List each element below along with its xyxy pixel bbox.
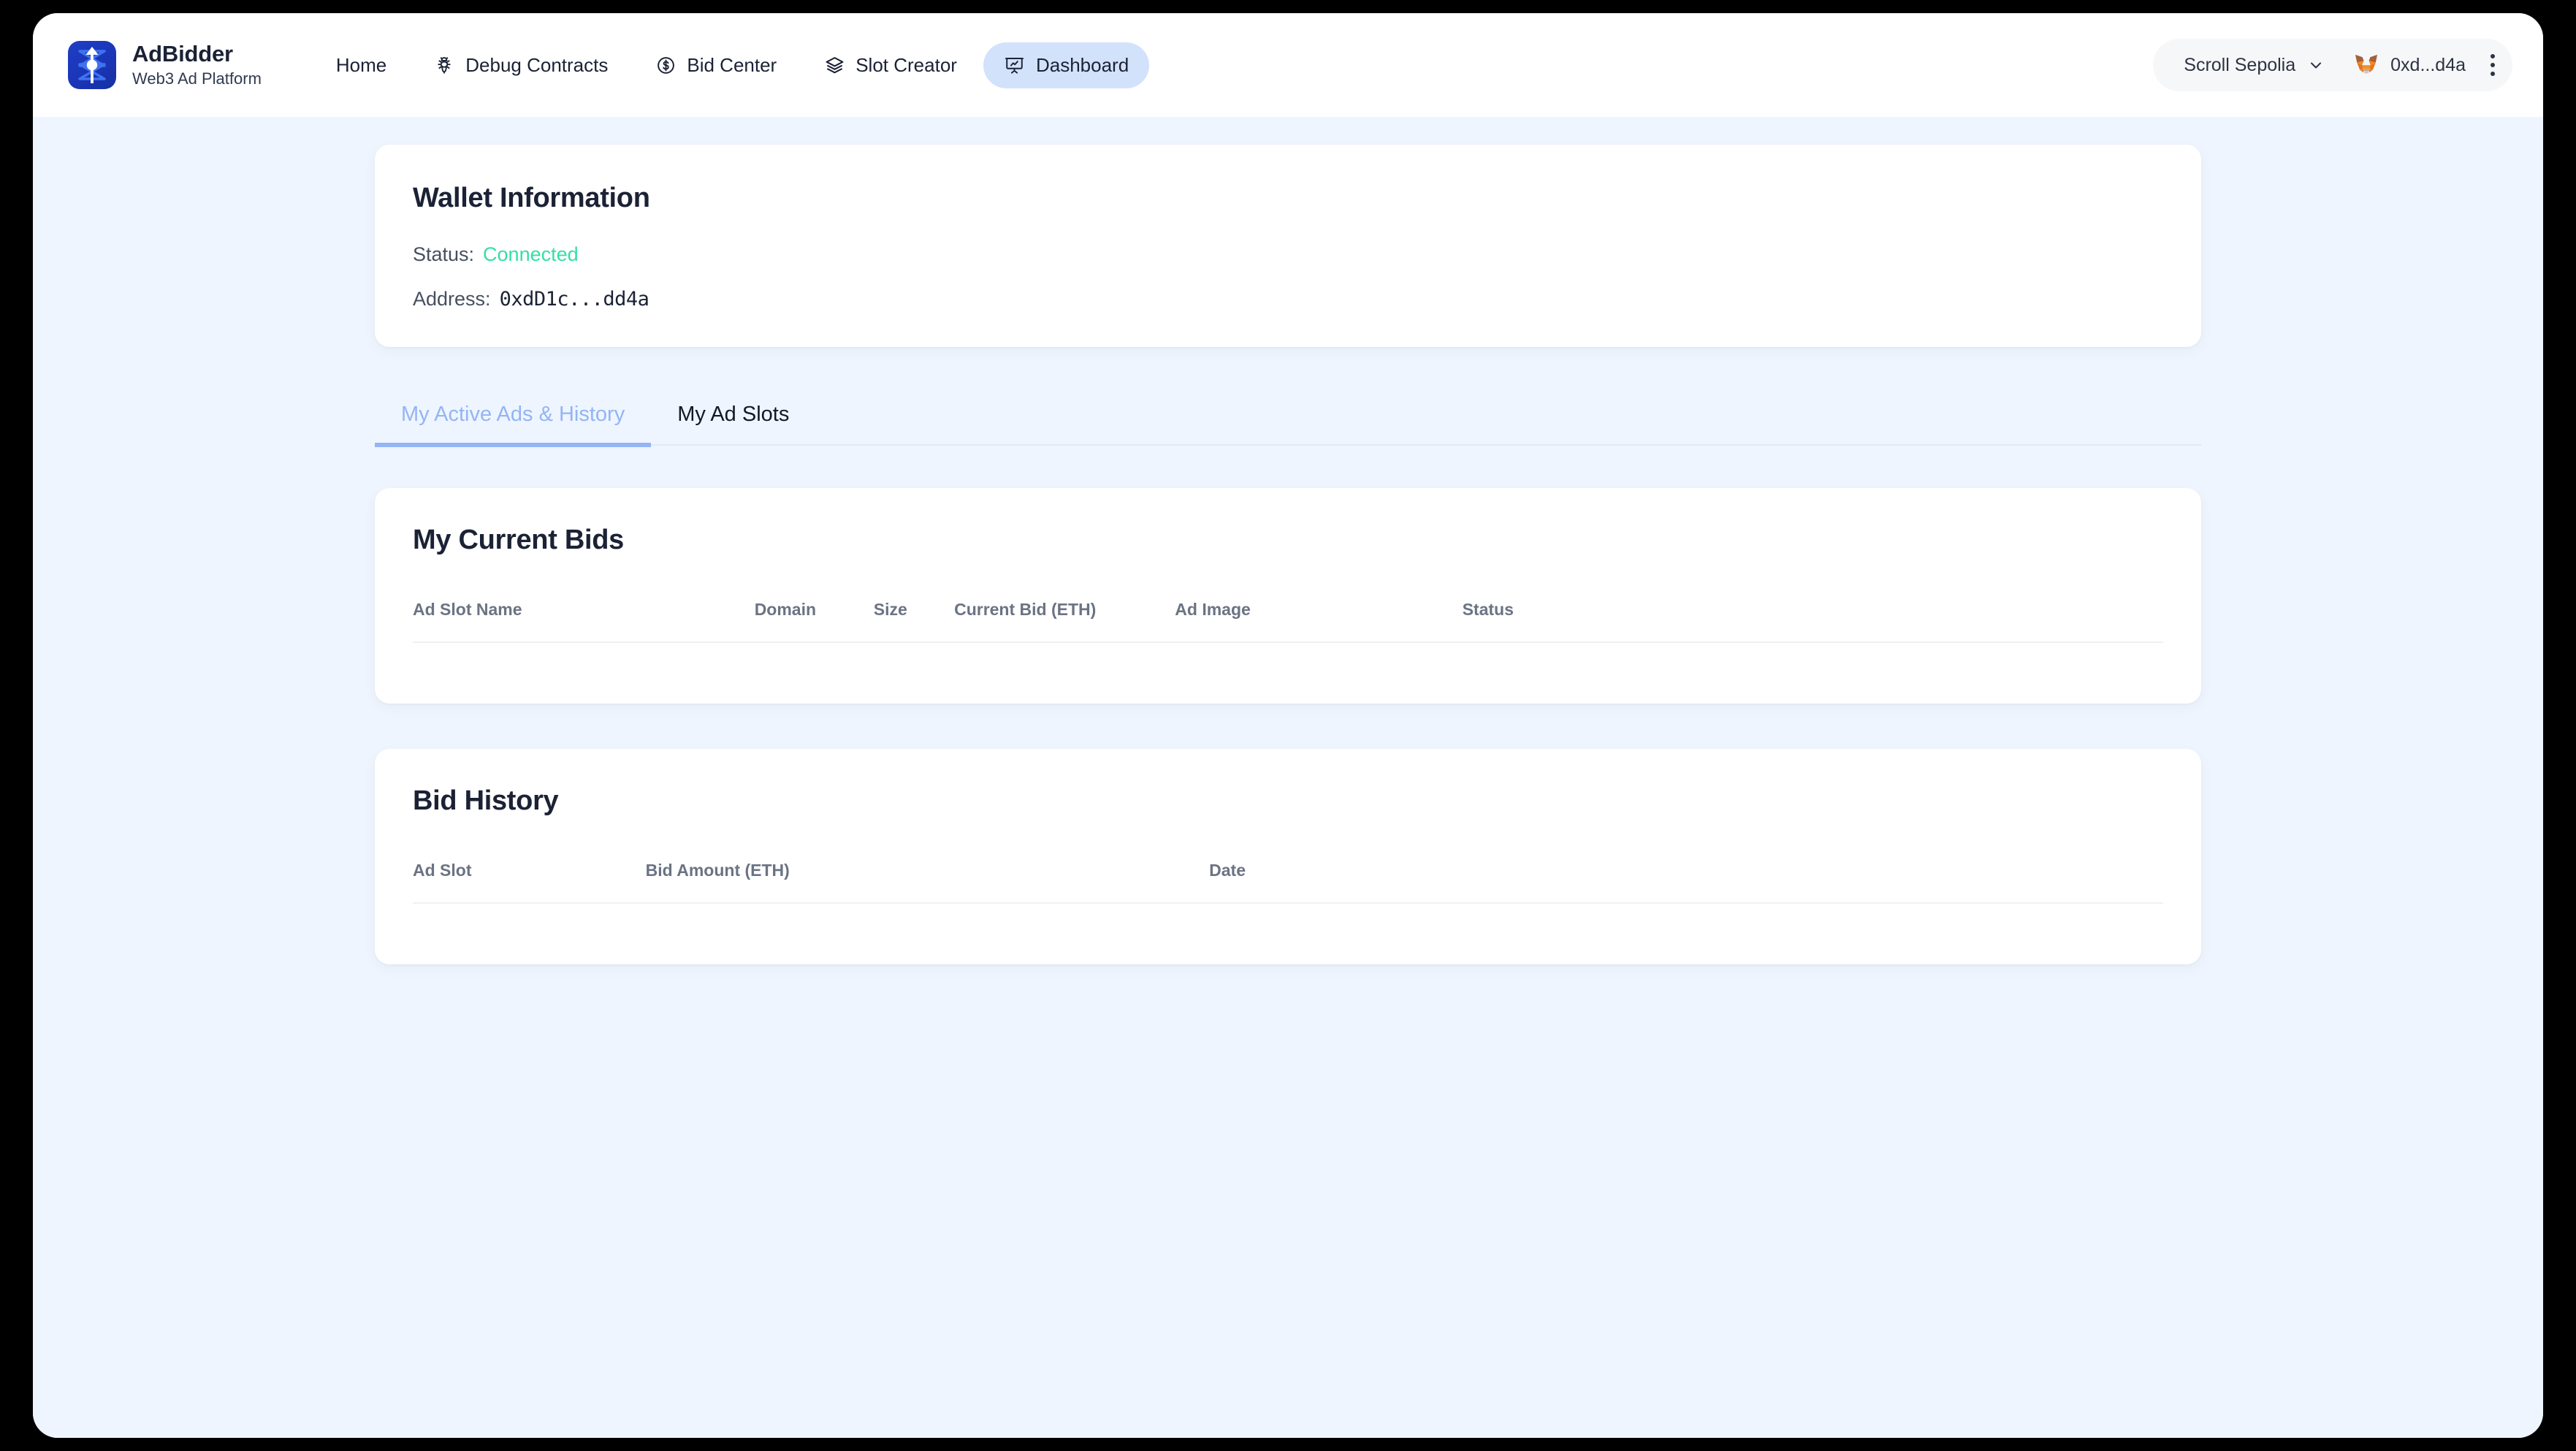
tab-label: My Ad Slots — [677, 403, 790, 426]
status-badge: Connected — [483, 243, 579, 265]
brand-tagline: Web3 Ad Platform — [132, 69, 262, 88]
column-header-bid-amount: Bid Amount (ETH) — [645, 850, 1210, 904]
section-title: My Current Bids — [413, 525, 624, 555]
wallet-address-row: Address: 0xdD1c...dd4a — [413, 288, 2163, 311]
nav-item-debug-contracts[interactable]: Debug Contracts — [413, 42, 628, 88]
page-body: Wallet Information Status: Connected Add… — [33, 117, 2543, 1438]
tab-my-ad-slots[interactable]: My Ad Slots — [651, 392, 815, 447]
column-header-domain: Domain — [754, 590, 874, 643]
table-header: Ad Slot Name Domain Size Current Bid (ET… — [413, 590, 2163, 643]
network-label: Scroll Sepolia — [2184, 54, 2296, 75]
chevron-down-icon — [2307, 56, 2325, 74]
presentation-chart-icon — [1004, 54, 1026, 76]
nav-item-label: Home — [335, 53, 387, 76]
section-title: Bid History — [413, 785, 559, 816]
kebab-dot — [2491, 63, 2495, 67]
table-empty-cell — [413, 903, 2163, 938]
tab-my-active-ads-history[interactable]: My Active Ads & History — [375, 392, 652, 447]
wallet-information-card: Wallet Information Status: Connected Add… — [375, 145, 2201, 347]
brand-block[interactable]: AdBidder Web3 Ad Platform — [68, 41, 262, 89]
content-container: Wallet Information Status: Connected Add… — [375, 145, 2201, 964]
wallet-address-value[interactable]: 0xdD1c...dd4a — [500, 288, 649, 311]
nav-item-label: Debug Contracts — [465, 53, 609, 76]
main-nav: Home Debug Contracts Bid Center Slot Cre… — [316, 42, 1150, 88]
wallet-status-row: Status: Connected — [413, 243, 2163, 266]
header-right-cluster: Scroll Sepolia 0xd...d4a — [2153, 39, 2512, 91]
bid-history-table-body — [413, 903, 2163, 938]
bid-history-card: Bid History Ad Slot Bid Amount (ETH) Dat… — [375, 749, 2201, 964]
metamask-fox-icon — [2354, 53, 2379, 77]
dashboard-tabs: My Active Ads & History My Ad Slots — [375, 392, 2201, 447]
column-header-ad-image: Ad Image — [1175, 590, 1463, 643]
nav-item-dashboard[interactable]: Dashboard — [983, 42, 1150, 88]
account-address-short: 0xd...d4a — [2390, 54, 2466, 75]
page-title: Wallet Information — [413, 183, 650, 213]
table-header-row: Ad Slot Bid Amount (ETH) Date — [413, 850, 2163, 904]
nav-item-home[interactable]: Home — [316, 42, 407, 88]
kebab-dot — [2491, 54, 2495, 58]
nav-item-slot-creator[interactable]: Slot Creator — [803, 42, 978, 88]
column-header-ad-slot-name: Ad Slot Name — [413, 590, 755, 643]
tab-label: My Active Ads & History — [401, 403, 625, 426]
bug-icon — [433, 54, 455, 76]
nav-item-label: Dashboard — [1035, 53, 1129, 76]
table-header: Ad Slot Bid Amount (ETH) Date — [413, 850, 2163, 904]
column-header-size: Size — [873, 590, 955, 643]
bid-history-table: Ad Slot Bid Amount (ETH) Date — [413, 850, 2163, 938]
table-header-row: Ad Slot Name Domain Size Current Bid (ET… — [413, 590, 2163, 643]
my-current-bids-table-body — [413, 642, 2163, 677]
table-empty-cell — [413, 642, 2163, 677]
nav-item-label: Slot Creator — [856, 53, 957, 76]
my-current-bids-table: Ad Slot Name Domain Size Current Bid (ET… — [413, 590, 2163, 677]
column-header-date: Date — [1209, 850, 2163, 904]
my-current-bids-card: My Current Bids Ad Slot Name Domain Size… — [375, 488, 2201, 704]
wallet-status-label: Status: — [413, 243, 475, 265]
column-header-ad-slot: Ad Slot — [413, 850, 646, 904]
table-empty-row — [413, 903, 2163, 938]
app-header: AdBidder Web3 Ad Platform Home Debug Con… — [33, 13, 2543, 117]
wallet-address-label: Address: — [413, 288, 491, 310]
dollar-circle-icon — [655, 54, 677, 76]
nav-item-label: Bid Center — [687, 53, 777, 76]
table-empty-row — [413, 642, 2163, 677]
adbidder-logo-icon — [68, 41, 116, 89]
column-header-current-bid: Current Bid (ETH) — [954, 590, 1175, 643]
brand-name: AdBidder — [132, 41, 233, 67]
nav-item-bid-center[interactable]: Bid Center — [634, 42, 797, 88]
column-header-status: Status — [1462, 590, 2163, 643]
more-vertical-icon[interactable] — [2480, 50, 2505, 80]
browser-window: AdBidder Web3 Ad Platform Home Debug Con… — [33, 13, 2543, 1438]
account-chip[interactable]: 0xd...d4a — [2341, 45, 2473, 85]
layers-icon — [823, 54, 845, 76]
kebab-dot — [2491, 72, 2495, 76]
network-selector[interactable]: Scroll Sepolia — [2171, 46, 2338, 85]
